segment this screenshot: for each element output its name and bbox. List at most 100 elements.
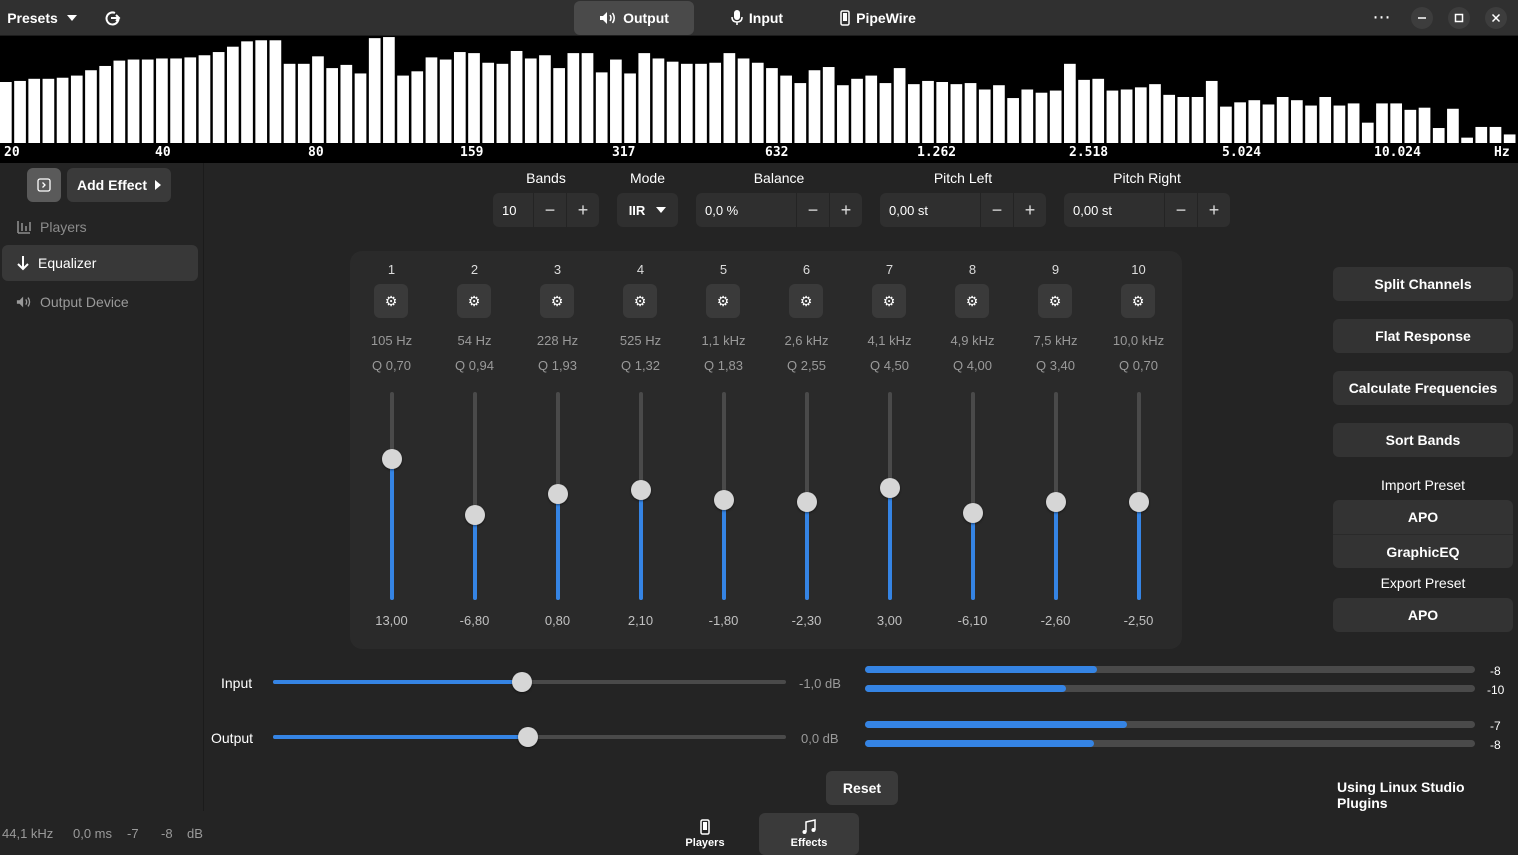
band-settings-button[interactable]: ⚙: [872, 284, 906, 318]
main-menu-button[interactable]: ⋯: [1368, 2, 1396, 32]
input-level-meter-right-value: -10: [1487, 683, 1505, 697]
band-gain-handle[interactable]: [548, 483, 568, 504]
bands-decrement-button[interactable]: −: [533, 193, 566, 227]
import-graphiceq-button[interactable]: GraphicEQ: [1333, 534, 1513, 568]
split-channels-button[interactable]: Split Channels: [1333, 267, 1513, 301]
spectrum-bar: [1404, 109, 1417, 143]
band-number: 1: [387, 262, 396, 277]
spectrum-bar: [1191, 96, 1204, 143]
spectrum-bar: [283, 63, 296, 143]
presets-menu-button[interactable]: Presets: [0, 1, 88, 35]
band-gain-slider[interactable]: [548, 392, 568, 600]
band-settings-button[interactable]: ⚙: [540, 284, 574, 318]
band-gain-slider[interactable]: [797, 392, 817, 600]
spectrum-bar: [780, 75, 792, 143]
tab-effects[interactable]: Effects: [759, 813, 859, 855]
tab-players[interactable]: Players: [655, 813, 755, 855]
spectrum-bar: [127, 59, 140, 143]
spectrum-bar: [751, 62, 764, 143]
band-gain-slider[interactable]: [1046, 392, 1066, 600]
spectrum-bar: [14, 80, 26, 143]
sidebar-toggle-button[interactable]: [27, 168, 61, 202]
output-gain-handle[interactable]: [517, 727, 538, 747]
balance-spinbutton[interactable]: 0,0 % − +: [696, 193, 862, 227]
microphone-icon: [731, 10, 743, 25]
band-gain-handle[interactable]: [714, 490, 734, 511]
pitch-left-spinbutton[interactable]: 0,00 st − +: [880, 193, 1046, 227]
gear-icon: ⚙: [716, 292, 730, 309]
band-gain-fill: [805, 502, 809, 600]
balance-decrement-button[interactable]: −: [796, 193, 829, 227]
band-gain-slider[interactable]: [631, 392, 651, 600]
add-effect-button[interactable]: Add Effect: [67, 168, 171, 202]
band-settings-button[interactable]: ⚙: [623, 284, 657, 318]
band-settings-button[interactable]: ⚙: [374, 284, 408, 318]
meter-fill: [865, 666, 1097, 673]
band-gain-fill: [722, 500, 726, 600]
band-settings-button[interactable]: ⚙: [1121, 284, 1155, 318]
band-gain-slider[interactable]: [465, 392, 485, 600]
flat-response-button[interactable]: Flat Response: [1333, 319, 1513, 353]
band-gain-slider[interactable]: [880, 392, 900, 600]
mode-dropdown[interactable]: IIR: [617, 193, 678, 227]
band-gain-handle[interactable]: [465, 504, 485, 525]
pitch-left-decrement-button[interactable]: −: [980, 193, 1013, 227]
pitch-left-increment-button[interactable]: +: [1013, 193, 1046, 227]
spectrum-bar: [212, 52, 225, 143]
spectrum-bar: [354, 73, 367, 143]
maximize-button[interactable]: [1448, 7, 1470, 29]
reset-button[interactable]: Reset: [826, 771, 898, 805]
tab-output[interactable]: Output: [574, 1, 694, 35]
pitch-right-decrement-button[interactable]: −: [1164, 193, 1197, 227]
input-gain-slider[interactable]: [273, 672, 786, 692]
spectrum-bar: [439, 59, 452, 143]
pitch-right-value[interactable]: 0,00 st: [1064, 203, 1164, 218]
output-gain-slider[interactable]: [273, 727, 786, 747]
band-gain-handle[interactable]: [631, 479, 651, 500]
import-apo-button[interactable]: APO: [1333, 500, 1513, 534]
band-gain-slider[interactable]: [1129, 392, 1149, 600]
tab-pipewire[interactable]: PipeWire: [826, 1, 930, 35]
band-gain-handle[interactable]: [1046, 492, 1066, 513]
input-gain-handle[interactable]: [511, 672, 532, 692]
sidebar-item-output-device[interactable]: Output Device: [2, 284, 198, 320]
band-number: 7: [885, 262, 894, 277]
pitch-right-spinbutton[interactable]: 0,00 st − +: [1064, 193, 1230, 227]
bands-spinbutton[interactable]: 10 − +: [493, 193, 599, 227]
spectrum-bar: [851, 78, 863, 143]
sidebar-item-players[interactable]: Players: [2, 209, 198, 245]
tab-input[interactable]: Input: [712, 1, 802, 35]
spectrum-bar: [156, 58, 168, 143]
balance-value[interactable]: 0,0 %: [696, 203, 796, 218]
band-gain-handle[interactable]: [797, 492, 817, 513]
sidebar-item-equalizer[interactable]: Equalizer: [2, 245, 198, 281]
band-frequency: 4,1 kHz: [867, 333, 912, 348]
band-gain-slider[interactable]: [714, 392, 734, 600]
minimize-button[interactable]: [1411, 7, 1433, 29]
band-settings-button[interactable]: ⚙: [706, 284, 740, 318]
spectrum-bar: [312, 56, 324, 143]
bypass-button[interactable]: [96, 1, 130, 35]
mode-label: Mode: [629, 170, 666, 186]
close-button[interactable]: [1485, 7, 1507, 29]
balance-increment-button[interactable]: +: [829, 193, 862, 227]
band-gain-slider[interactable]: [382, 392, 402, 600]
sort-bands-button[interactable]: Sort Bands: [1333, 423, 1513, 457]
band-gain-handle[interactable]: [1129, 492, 1149, 513]
band-settings-button[interactable]: ⚙: [457, 284, 491, 318]
bands-increment-button[interactable]: +: [566, 193, 599, 227]
freq-label: 632: [765, 145, 789, 160]
bands-value[interactable]: 10: [493, 203, 533, 218]
band-settings-button[interactable]: ⚙: [1038, 284, 1072, 318]
pitch-left-value[interactable]: 0,00 st: [880, 203, 980, 218]
band-gain-handle[interactable]: [963, 502, 983, 523]
calculate-frequencies-button[interactable]: Calculate Frequencies: [1333, 371, 1513, 405]
band-settings-button[interactable]: ⚙: [789, 284, 823, 318]
band-gain-slider[interactable]: [963, 392, 983, 600]
pitch-right-increment-button[interactable]: +: [1197, 193, 1230, 227]
band-gain-handle[interactable]: [880, 477, 900, 498]
band-gain-handle[interactable]: [382, 448, 402, 469]
spectrum-bar: [1461, 137, 1473, 143]
export-apo-button[interactable]: APO: [1333, 598, 1513, 632]
band-settings-button[interactable]: ⚙: [955, 284, 989, 318]
